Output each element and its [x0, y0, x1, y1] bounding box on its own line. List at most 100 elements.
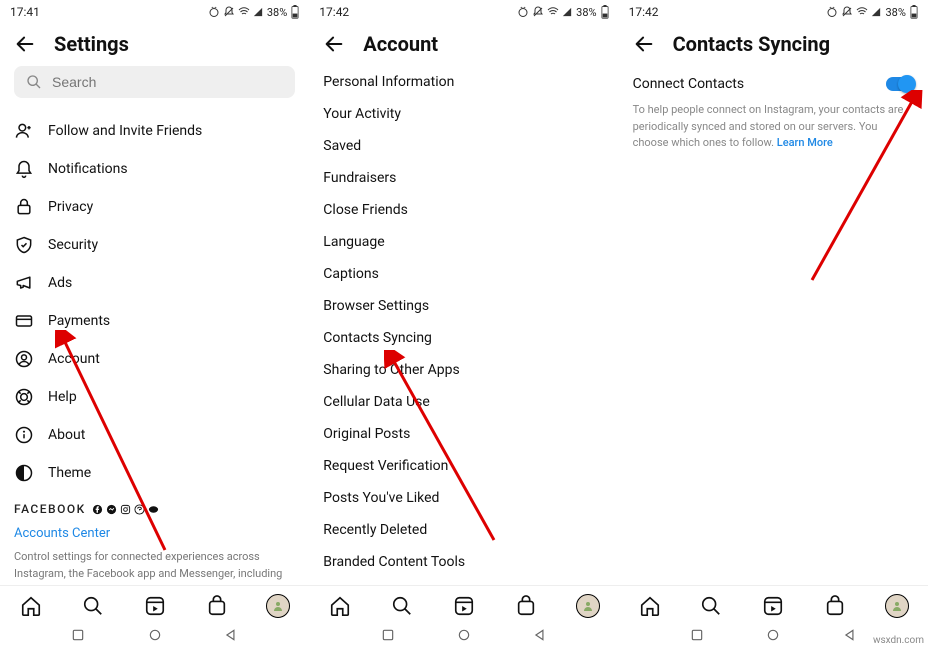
sys-back[interactable]: [224, 628, 238, 642]
nav-home[interactable]: [328, 594, 352, 618]
facebook-text: FACEBOOK: [14, 502, 86, 516]
row-sharing-other-apps[interactable]: Sharing to Other Apps: [323, 354, 604, 386]
row-label: Privacy: [48, 199, 93, 215]
connect-contacts-toggle[interactable]: [886, 77, 914, 91]
nav-shop[interactable]: [514, 594, 538, 618]
header: Settings: [0, 22, 309, 66]
nav-profile[interactable]: [885, 594, 909, 618]
back-button[interactable]: [633, 33, 655, 55]
back-button[interactable]: [14, 33, 36, 55]
nav-home[interactable]: [638, 594, 662, 618]
card-icon: [14, 311, 34, 331]
row-label: Follow and Invite Friends: [48, 123, 202, 139]
search-icon: [26, 74, 42, 90]
shield-icon: [14, 235, 34, 255]
row-follow-invite[interactable]: Follow and Invite Friends: [14, 112, 295, 150]
row-payments[interactable]: Payments: [14, 302, 295, 340]
description-text: Control settings for connected experienc…: [14, 549, 295, 585]
page-title: Account: [363, 32, 438, 56]
accounts-center-link[interactable]: Accounts Center: [14, 526, 295, 541]
sys-home[interactable]: [766, 628, 780, 642]
sys-back[interactable]: [843, 628, 857, 642]
status-bar: 17:42 38%: [309, 0, 618, 22]
row-theme[interactable]: Theme: [14, 454, 295, 492]
theme-icon: [14, 463, 34, 483]
avatar-icon: [266, 594, 290, 618]
status-bar: 17:41 38%: [0, 0, 309, 22]
nav-search[interactable]: [390, 594, 414, 618]
status-time: 17:42: [319, 5, 349, 19]
row-personal-info[interactable]: Personal Information: [323, 66, 604, 98]
status-icons: [208, 6, 263, 18]
avatar-icon: [576, 594, 600, 618]
nav-reels[interactable]: [761, 594, 785, 618]
search-input[interactable]: [52, 74, 283, 90]
row-label: Theme: [48, 465, 91, 481]
nav-search[interactable]: [81, 594, 105, 618]
sys-recent[interactable]: [381, 628, 395, 642]
row-security[interactable]: Security: [14, 226, 295, 264]
row-your-activity[interactable]: Your Activity: [323, 98, 604, 130]
nav-reels[interactable]: [143, 594, 167, 618]
row-original-posts[interactable]: Original Posts: [323, 418, 604, 450]
row-posts-liked[interactable]: Posts You've Liked: [323, 482, 604, 514]
bottom-nav: [0, 585, 309, 622]
contacts-syncing-screen: 17:42 38% Contacts Syncing Connect Conta…: [619, 0, 928, 650]
nav-search[interactable]: [699, 594, 723, 618]
header: Account: [309, 22, 618, 66]
row-cellular-data[interactable]: Cellular Data Use: [323, 386, 604, 418]
bottom-nav: [309, 585, 618, 622]
row-label: Ads: [48, 275, 72, 291]
settings-screen: 17:41 38% Settings: [0, 0, 309, 650]
row-contacts-syncing[interactable]: Contacts Syncing: [323, 322, 604, 354]
row-help[interactable]: Help: [14, 378, 295, 416]
learn-more-link[interactable]: Learn More: [777, 136, 833, 149]
sys-home[interactable]: [148, 628, 162, 642]
row-captions[interactable]: Captions: [323, 258, 604, 290]
nav-reels[interactable]: [452, 594, 476, 618]
nav-shop[interactable]: [823, 594, 847, 618]
facebook-brand: FACEBOOK: [14, 502, 295, 516]
sys-recent[interactable]: [690, 628, 704, 642]
megaphone-icon: [14, 273, 34, 293]
sys-back[interactable]: [533, 628, 547, 642]
row-saved[interactable]: Saved: [323, 130, 604, 162]
row-branded-content[interactable]: Branded Content Tools: [323, 546, 604, 578]
row-browser-settings[interactable]: Browser Settings: [323, 290, 604, 322]
help-text-body: To help people connect on Instagram, you…: [633, 103, 904, 149]
row-ads[interactable]: Ads: [14, 264, 295, 302]
account-screen: 17:42 38% Account Personal Information Y…: [309, 0, 618, 650]
info-icon: [14, 425, 34, 445]
page-title: Settings: [54, 32, 129, 56]
status-icons: [826, 6, 881, 18]
avatar-icon: [885, 594, 909, 618]
page-title: Contacts Syncing: [673, 32, 830, 56]
status-icons: [517, 6, 572, 18]
sys-recent[interactable]: [71, 628, 85, 642]
row-close-friends[interactable]: Close Friends: [323, 194, 604, 226]
row-request-verification[interactable]: Request Verification: [323, 450, 604, 482]
bottom-nav: [619, 585, 928, 622]
row-privacy[interactable]: Privacy: [14, 188, 295, 226]
row-label: Help: [48, 389, 77, 405]
nav-home[interactable]: [19, 594, 43, 618]
person-plus-icon: [14, 121, 34, 141]
row-label: About: [48, 427, 85, 443]
back-button[interactable]: [323, 33, 345, 55]
row-account[interactable]: Account: [14, 340, 295, 378]
row-fundraisers[interactable]: Fundraisers: [323, 162, 604, 194]
bell-icon: [14, 159, 34, 179]
watermark: wsxdn.com: [873, 635, 924, 646]
search-box[interactable]: [14, 66, 295, 98]
row-about[interactable]: About: [14, 416, 295, 454]
row-recently-deleted[interactable]: Recently Deleted: [323, 514, 604, 546]
nav-shop[interactable]: [205, 594, 229, 618]
connect-contacts-row: Connect Contacts: [633, 66, 914, 102]
sys-home[interactable]: [457, 628, 471, 642]
nav-profile[interactable]: [576, 594, 600, 618]
row-language[interactable]: Language: [323, 226, 604, 258]
lock-icon: [14, 197, 34, 217]
row-notifications[interactable]: Notifications: [14, 150, 295, 188]
nav-profile[interactable]: [266, 594, 290, 618]
status-time: 17:41: [10, 5, 40, 19]
